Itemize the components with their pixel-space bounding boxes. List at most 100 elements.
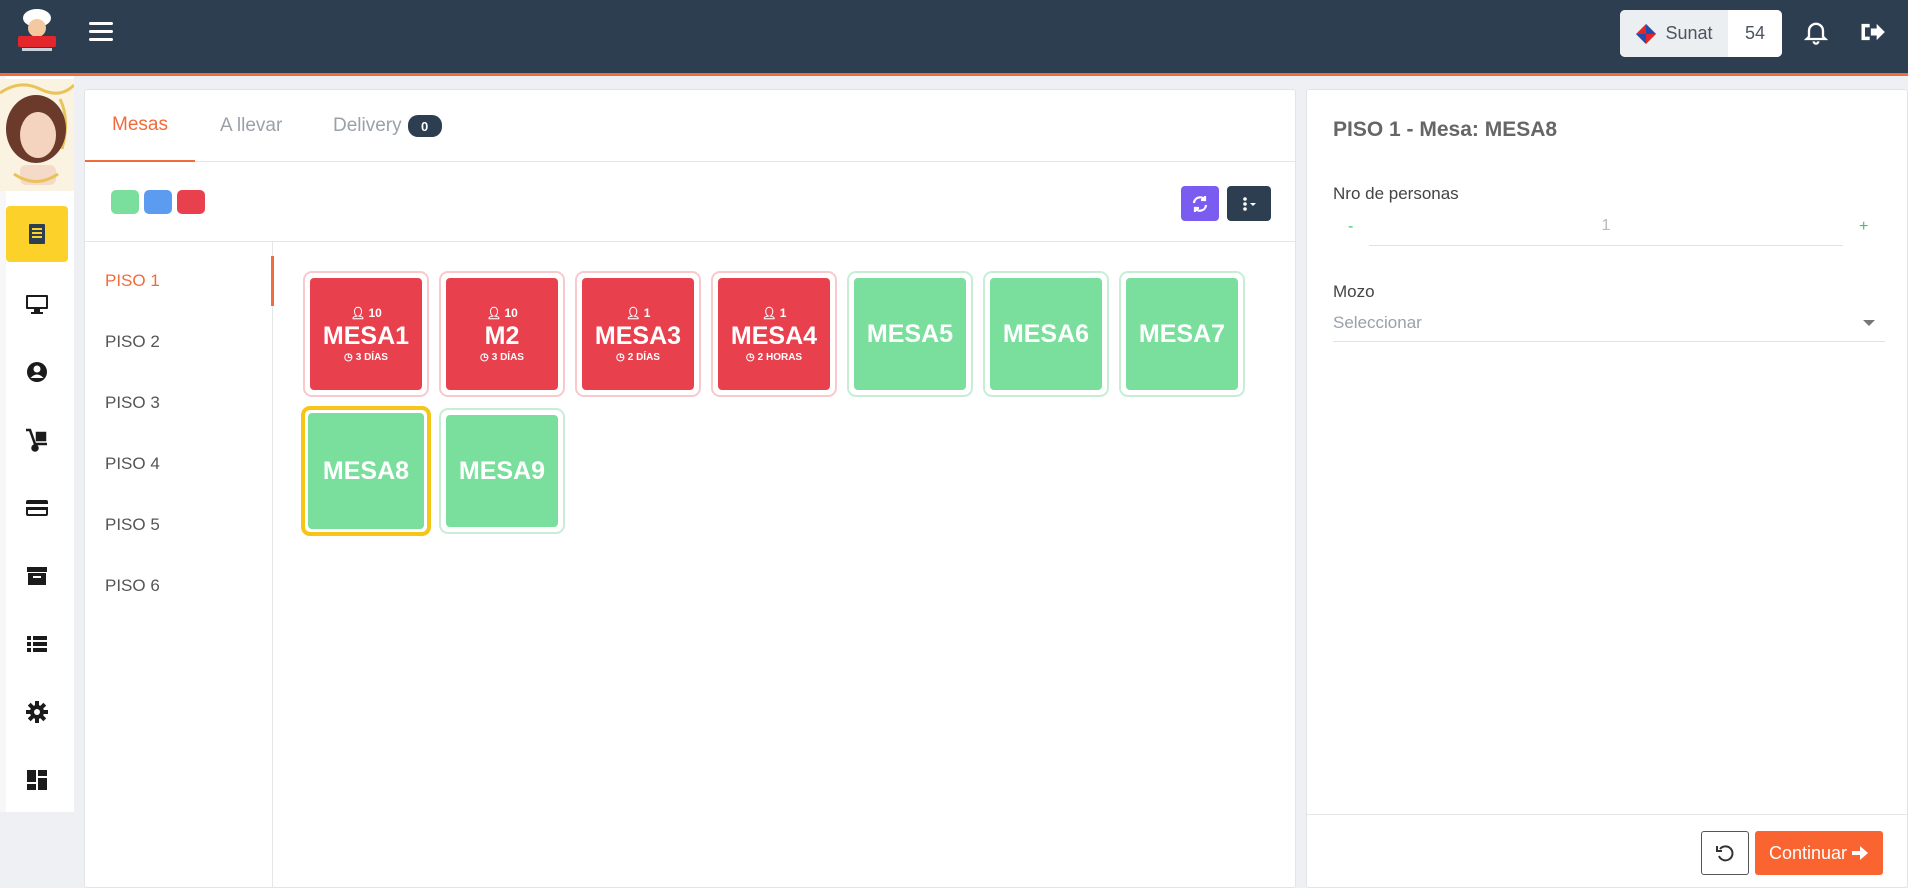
sunat-logo-icon (1636, 23, 1657, 44)
table-name: MESA3 (594, 321, 682, 350)
nav-item-list[interactable] (6, 616, 68, 672)
receipt-icon (29, 224, 45, 244)
table-detail-panel: PISO 1 - Mesa: MESA8 Nro de personas - +… (1306, 89, 1908, 888)
tab-a-llevar[interactable]: A llevar (220, 90, 282, 162)
table-name: M2 (484, 321, 520, 350)
list-icon (27, 636, 47, 652)
monitor-icon (26, 295, 48, 314)
person-icon: 👤︎ (625, 305, 641, 320)
table-people: 10 (368, 305, 382, 320)
table-time: 3 DÍAS (355, 351, 388, 363)
table-time: 2 DÍAS (627, 351, 660, 363)
floor-list: PISO 1 PISO 2 PISO 3 PISO 4 PISO 5 PISO … (85, 242, 274, 888)
sunat-group: Sunat 54 (1620, 10, 1782, 57)
nav-item-payments[interactable] (6, 480, 68, 536)
nav-item-monitor[interactable] (6, 276, 68, 332)
hamburger-icon[interactable] (86, 18, 116, 44)
clock-icon: ◷ (745, 351, 755, 363)
sunat-button[interactable]: Sunat (1620, 10, 1728, 57)
table-time: 3 DÍAS (491, 351, 524, 363)
floor-item-6[interactable]: PISO 6 (105, 561, 160, 611)
legend-free[interactable] (111, 190, 139, 214)
dolly-icon (26, 428, 47, 452)
tab-delivery[interactable]: Delivery 0 (333, 90, 442, 162)
continue-label: Continuar (1768, 842, 1848, 863)
credit-card-icon (26, 500, 48, 516)
tab-mesas[interactable]: Mesas (85, 90, 195, 162)
top-bar: Sunat 54 (0, 0, 1908, 76)
arrow-right-icon (1852, 846, 1869, 860)
nav-item-archive[interactable] (6, 548, 68, 604)
floor-item-4[interactable]: PISO 4 (105, 439, 160, 489)
chef-logo (10, 6, 64, 54)
table-name: MESA4 (730, 321, 818, 350)
reset-button[interactable] (1701, 831, 1749, 875)
nav-item-delivery[interactable] (6, 412, 68, 468)
clock-icon: ◷ (616, 351, 625, 363)
clock-icon: ◷ (480, 351, 489, 363)
persons-label: Nro de personas (1333, 184, 1459, 203)
table-name: MESA6 (1002, 320, 1090, 348)
person-icon: 👤︎ (761, 305, 777, 320)
active-floor-marker (271, 256, 274, 306)
archive-icon (27, 567, 47, 585)
table-tile-mesa6[interactable]: MESA6 (983, 271, 1109, 397)
persons-input[interactable] (1369, 206, 1843, 246)
nav-item-dashboard[interactable] (6, 752, 68, 808)
table-name: MESA7 (1138, 320, 1226, 348)
bell-icon[interactable] (1802, 18, 1830, 46)
continue-button[interactable]: Continuar (1755, 831, 1883, 875)
more-options-button[interactable] (1227, 186, 1271, 221)
table-people: 10 (504, 305, 518, 320)
refresh-icon (1192, 195, 1208, 212)
panel-footer-divider (1307, 814, 1907, 815)
table-tile-mesa5[interactable]: MESA5 (847, 271, 973, 397)
table-name: MESA8 (322, 457, 410, 485)
more-vertical-icon (1243, 196, 1256, 211)
table-tile-mesa8[interactable]: MESA8 (301, 406, 431, 536)
table-people: 1 (643, 305, 651, 320)
persons-increment-button[interactable]: + (1859, 218, 1868, 236)
nav-item-settings[interactable] (6, 684, 68, 740)
table-name: MESA5 (866, 320, 954, 348)
person-icon: 👤︎ (350, 305, 366, 320)
tab-delivery-label: Delivery (333, 115, 402, 136)
floor-item-2[interactable]: PISO 2 (105, 317, 160, 367)
legend-busy[interactable] (177, 190, 205, 214)
undo-icon (1716, 845, 1734, 862)
sunat-label: Sunat (1665, 23, 1713, 43)
panel-title: PISO 1 - Mesa: MESA8 (1333, 118, 1558, 141)
persons-decrement-button[interactable]: - (1348, 218, 1353, 236)
table-tile-mesa1[interactable]: 👤︎ 10 MESA1 ◷ 3 DÍAS (303, 271, 429, 397)
floor-item-3[interactable]: PISO 3 (105, 378, 160, 428)
waiter-select-value: Seleccionar (1333, 312, 1422, 332)
nav-item-user[interactable] (6, 344, 68, 400)
refresh-button[interactable] (1181, 186, 1219, 221)
waiter-select[interactable]: Seleccionar (1333, 304, 1885, 342)
waiter-label: Mozo (1333, 282, 1375, 301)
table-tile-mesa3[interactable]: 👤︎ 1 MESA3 ◷ 2 DÍAS (575, 271, 701, 397)
table-tile-mesa9[interactable]: MESA9 (439, 408, 565, 534)
side-nav (0, 76, 74, 812)
table-time: 2 HORAS (757, 351, 803, 363)
dashboard-icon (27, 770, 47, 790)
table-tile-mesa7[interactable]: MESA7 (1119, 271, 1245, 397)
table-tile-m2[interactable]: 👤︎ 10 M2 ◷ 3 DÍAS (439, 271, 565, 397)
user-circle-icon (27, 362, 47, 382)
table-name: MESA9 (458, 457, 546, 485)
tables-card: Mesas A llevar Delivery 0 PISO 1 PISO 2 … (84, 89, 1296, 888)
floor-item-5[interactable]: PISO 5 (105, 500, 160, 550)
clock-icon: ◷ (344, 351, 353, 363)
gear-icon (26, 701, 48, 723)
table-tile-mesa4[interactable]: 👤︎ 1 MESA4 ◷ 2 HORAS (711, 271, 837, 397)
legend-reserved[interactable] (144, 190, 172, 214)
tab-bar: Mesas A llevar Delivery 0 (85, 90, 1295, 162)
avatar (0, 79, 74, 191)
person-icon: 👤︎ (486, 305, 502, 320)
delivery-count-badge: 0 (407, 115, 442, 137)
floor-item-1[interactable]: PISO 1 (105, 256, 160, 306)
nav-item-orders[interactable] (6, 206, 68, 262)
logout-icon[interactable] (1858, 18, 1886, 46)
table-name: MESA1 (322, 321, 410, 350)
sunat-count: 54 (1728, 10, 1782, 57)
